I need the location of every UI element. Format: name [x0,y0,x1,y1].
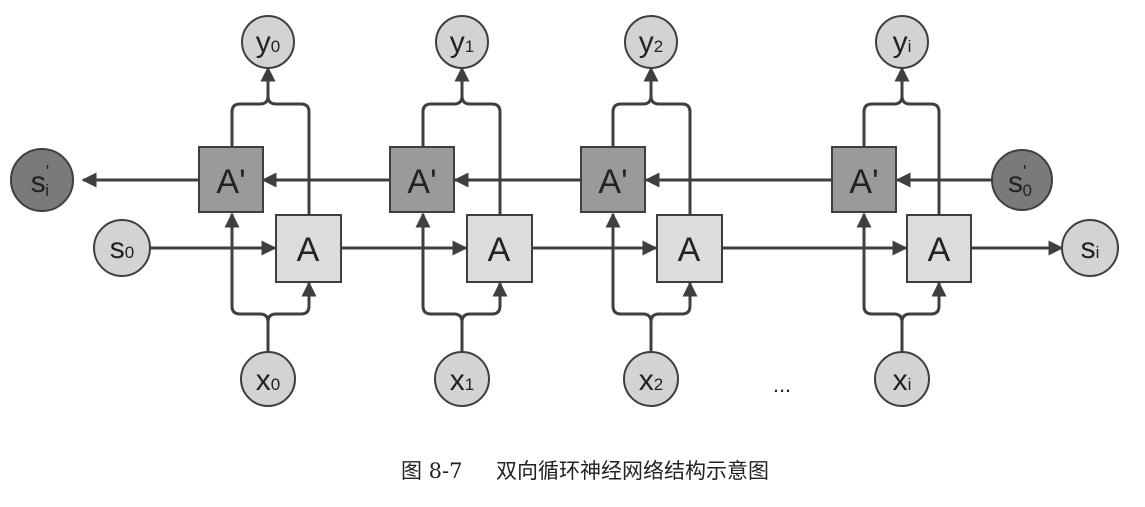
xi-to-forward-box-3 [900,281,947,323]
bidirectional-rnn-diagram: A' A' A' A' A A A A y0 y1 y2 yi x0 x1 x2… [10,15,1119,483]
node-yi-sub: i [908,37,912,56]
node-x0: x0 [240,351,296,407]
x0-to-backward-box-0 [224,212,270,352]
backward-box-3: A' [831,146,897,213]
node-y0-sub: 0 [271,37,280,56]
node-x0-sub: 0 [271,375,280,394]
node-y0: y0 [241,15,295,69]
node-s-prime-i: s' i [10,148,74,212]
forward-box-label: A [928,231,951,269]
backward-box-2: A' [580,146,646,213]
node-s0-main: s [110,232,125,265]
ellipsis: ... [773,372,791,397]
node-xi: xi [874,351,930,407]
node-y1-main: y [450,26,465,59]
backward-box-0: A' [198,146,264,213]
node-s-prime-0: s' 0 [991,149,1053,211]
backward-box-label: A' [849,163,878,201]
node-x2-main: x [639,364,654,397]
node-s0-sub: 0 [125,243,134,262]
node-si: si [1061,219,1119,277]
backward-box-3-to-yi [862,66,910,147]
forward-box-1-to-y1 [460,95,502,214]
forward-box-0: A [275,214,342,283]
x1-to-backward-box-1 [415,212,464,352]
backward-box-0-to-y0 [230,66,276,147]
node-y2-main: y [639,26,654,59]
forward-box-label: A [488,231,511,269]
node-s-prime-i-sup: ' [46,162,49,182]
x0-to-forward-box-0 [266,281,317,323]
input-nodes: x0 x1 x2 xi [240,351,930,407]
node-xi-sub: i [908,375,912,394]
backward-box-2-to-y2 [611,66,659,147]
node-yi-main: y [893,26,908,59]
node-y2: y2 [624,15,678,69]
figure-caption: 图 8-7 双向循环神经网络结构示意图 [401,459,769,483]
forward-box-0-to-y0 [266,95,311,214]
node-y1: y1 [435,15,489,69]
node-s-prime-0-main: s [1008,166,1023,199]
node-s-prime-i-main: s [31,166,46,199]
backward-box-1-to-y1 [421,66,470,147]
x1-to-forward-box-1 [460,281,508,323]
node-y0-main: y [256,26,271,59]
node-x1: x1 [434,351,490,407]
node-s-prime-i-sub: i [45,181,49,200]
node-yi: yi [875,15,929,69]
node-y1-sub: 1 [465,37,474,56]
xi-to-backward-box-3 [856,212,904,352]
x2-to-forward-box-2 [649,281,698,323]
x2-to-backward-box-2 [605,212,653,352]
node-s-prime-0-sub: 0 [1022,181,1031,200]
caption-title: 双向循环神经网络结构示意图 [496,459,769,483]
forward-box-3-to-yi [900,95,941,214]
backward-box-1: A' [389,146,455,213]
backward-box-label: A' [598,163,627,201]
node-s0: s0 [93,219,151,277]
node-x1-sub: 1 [465,375,474,394]
caption-figure-number: 图 8-7 [401,459,463,483]
forward-box-2: A [656,214,723,283]
node-x1-main: x [450,364,465,397]
forward-box-3: A [906,214,972,283]
node-s-prime-0-sup: ' [1023,162,1026,182]
output-nodes: y0 y1 y2 yi [241,15,929,69]
node-x0-main: x [256,364,271,397]
node-x2-sub: 2 [654,375,663,394]
backward-box-label: A' [407,163,436,201]
forward-box-2-to-y2 [649,95,692,214]
backward-box-label: A' [216,163,245,201]
forward-box-1: A [466,214,533,283]
node-x2: x2 [623,351,679,407]
node-si-sub: i [1096,243,1100,262]
svg-text:s'i: s' i [31,162,49,200]
forward-box-label: A [678,231,701,269]
forward-box-label: A [297,231,320,269]
node-si-main: s [1081,232,1096,265]
node-y2-sub: 2 [654,37,663,56]
node-xi-main: x [893,364,908,397]
